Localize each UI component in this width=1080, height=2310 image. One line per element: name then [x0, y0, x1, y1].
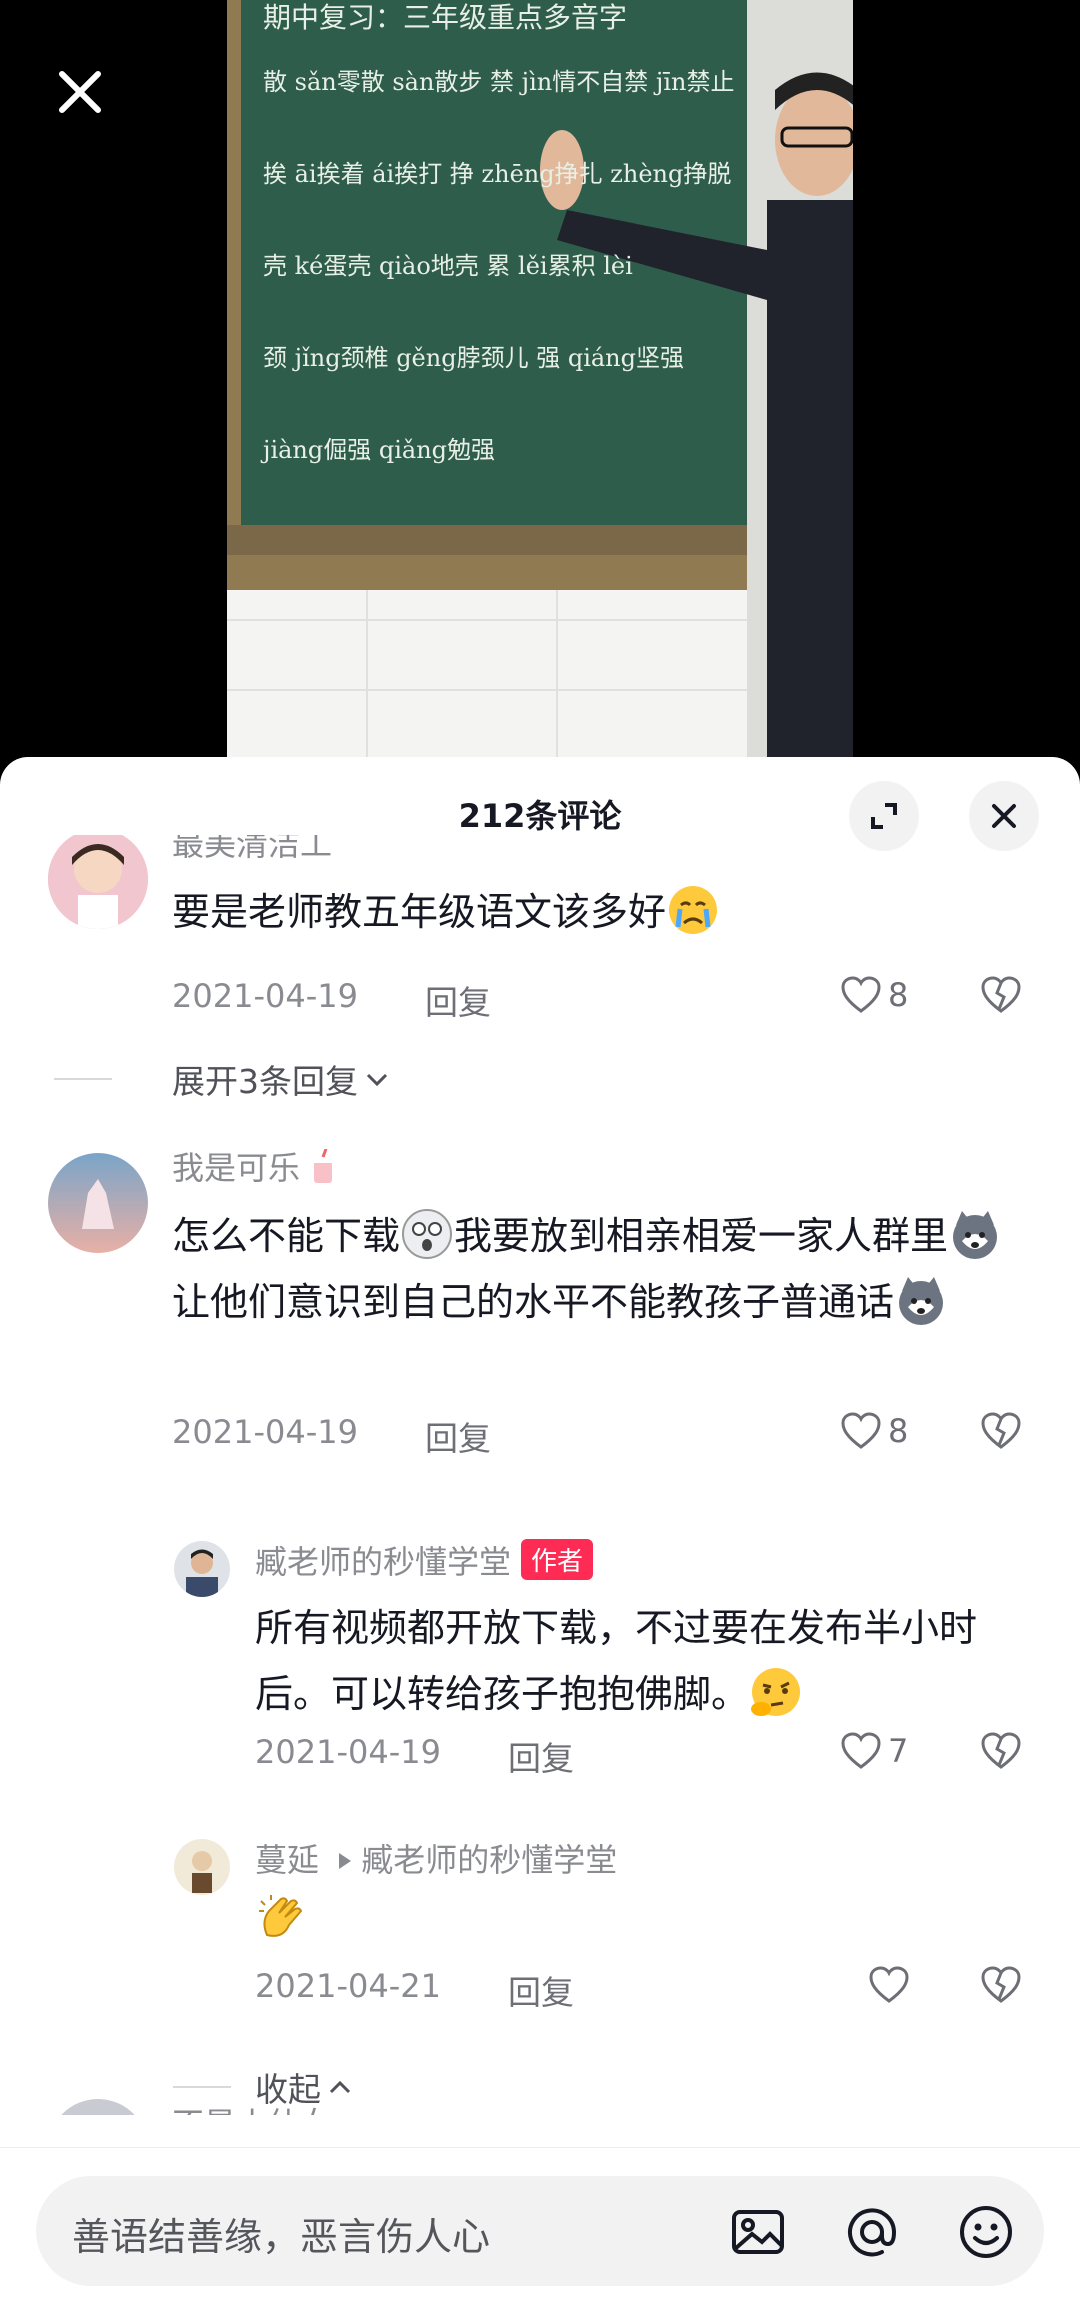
- cola-emoji-icon: [314, 1148, 333, 1183]
- avatar[interactable]: [48, 1153, 148, 1253]
- avatar[interactable]: [174, 1839, 230, 1895]
- comment-username[interactable]: 不是小仙女: [172, 2099, 332, 2115]
- play-arrow-icon: [339, 1853, 352, 1869]
- heart-icon: [869, 1966, 909, 2003]
- crying-emoji-icon: [669, 886, 718, 934]
- blackboard-text: 期中复习：三年级重点多音字 散 sǎn零散 sàn散步 禁 jìn情不自禁 jī…: [263, 0, 743, 496]
- username-text: 臧老师的秒懂学堂: [255, 1543, 512, 1581]
- board-line: 期中复习：三年级重点多音字: [263, 1, 628, 34]
- comment-date: 2021-04-19: [172, 977, 358, 1015]
- reply-to-username: 臧老师的秒懂学堂: [361, 1841, 618, 1879]
- heart-icon: [841, 976, 881, 1013]
- comment-username[interactable]: 我是可乐: [172, 1143, 336, 1189]
- comment-date: 2021-04-21: [255, 1967, 441, 2005]
- dislike-button[interactable]: [980, 975, 1022, 1019]
- avatar[interactable]: [48, 2099, 148, 2115]
- dislike-button[interactable]: [980, 1731, 1022, 1775]
- reply-button[interactable]: 回复: [508, 1966, 574, 2014]
- comment-username[interactable]: 最美清洁工: [172, 835, 332, 865]
- board-line: 挨 āi挨着 ái挨打 挣 zhēng挣扎 zhèng挣脱: [263, 160, 732, 188]
- like-count: 8: [888, 1412, 909, 1450]
- broken-heart-icon: [981, 1732, 1021, 1769]
- reply-button[interactable]: 回复: [508, 1732, 574, 1780]
- comment-text: [255, 1887, 309, 1953]
- like-button[interactable]: 8: [840, 1411, 908, 1451]
- husky-emoji-icon: [953, 1211, 998, 1259]
- author-badge: 作者: [521, 1539, 594, 1580]
- comment-text: 怎么不能下载 我要放到相亲相爱一家人群里让他们意识到自己的水平不能教孩子普通话: [172, 1203, 1032, 1335]
- shocked-emoji-icon: [402, 1209, 453, 1259]
- comment-input-bar: 善语结善缘，恶言伤人心: [0, 2147, 1080, 2310]
- comment-text-content: 要是老师教五年级语文该多好: [172, 890, 667, 934]
- username-text: 蔓延: [255, 1841, 320, 1879]
- video-frame: 期中复习：三年级重点多音字 散 sǎn零散 sàn散步 禁 jìn情不自禁 jī…: [227, 0, 853, 760]
- thinking-emoji-icon: [751, 1668, 801, 1716]
- broken-heart-icon: [981, 1966, 1021, 2003]
- comment-input[interactable]: 善语结善缘，恶言伤人心: [36, 2176, 1044, 2286]
- husky-emoji-icon: [899, 1277, 944, 1325]
- board-line: 壳 ké蛋壳 qiào地壳 累 lěi累积 lèi: [263, 252, 633, 280]
- comment-username[interactable]: 臧老师的秒懂学堂 作者: [255, 1537, 594, 1583]
- comment-sheet: 212条评论 最美清洁工 要是老师教五年级语文该多好 2021-04-19 回复…: [0, 757, 1080, 2310]
- chevron-up-icon: [329, 2080, 351, 2094]
- dislike-button[interactable]: [980, 1965, 1022, 2009]
- video-player[interactable]: 期中复习：三年级重点多音字 散 sǎn零散 sàn散步 禁 jìn情不自禁 jī…: [0, 0, 1080, 760]
- expand-replies-button[interactable]: 展开3条回复: [54, 1055, 392, 1103]
- close-icon: [992, 804, 1016, 828]
- broken-heart-icon: [981, 976, 1021, 1013]
- comment-text: 要是老师教五年级语文该多好: [172, 879, 1032, 945]
- like-count: 7: [888, 1732, 909, 1770]
- expand-icon: [871, 803, 897, 829]
- comment-input-placeholder: 善语结善缘，恶言伤人心: [72, 2215, 491, 2259]
- comment-text: 所有视频都开放下载，不过要在发布半小时后。可以转给孩子抱抱佛脚。: [255, 1595, 1045, 1727]
- heart-icon: [841, 1732, 881, 1769]
- clapping-hands-emoji-icon: [259, 1895, 303, 1937]
- chevron-down-icon: [366, 1073, 388, 1087]
- heart-icon: [841, 1412, 881, 1449]
- broken-heart-icon: [981, 1412, 1021, 1449]
- comment-text-content: 我要放到相亲相爱一家人群里: [454, 1214, 949, 1258]
- comment-text-content: 怎么不能下载: [172, 1214, 401, 1258]
- close-icon[interactable]: [48, 60, 112, 124]
- avatar[interactable]: [48, 835, 148, 929]
- comment-list[interactable]: 最美清洁工 要是老师教五年级语文该多好 2021-04-19 回复 8 展开3条…: [0, 835, 1080, 2115]
- at-icon[interactable]: [842, 2202, 902, 2262]
- board-line: 散 sǎn零散 sàn散步 禁 jìn情不自禁 jīn禁止: [263, 68, 735, 96]
- like-button[interactable]: 7: [840, 1731, 908, 1771]
- like-button[interactable]: 8: [840, 975, 908, 1015]
- username-text: 我是可乐: [172, 1149, 301, 1187]
- board-line: 颈 jǐng颈椎 gěng脖颈儿 强 qiáng坚强 jiàng倔强 qiǎng…: [263, 344, 685, 464]
- like-count: 8: [888, 976, 909, 1014]
- divider-line: [54, 1078, 112, 1080]
- divider-line: [173, 2086, 231, 2088]
- reply-usernames[interactable]: 蔓延 臧老师的秒懂学堂: [255, 1835, 617, 1881]
- dislike-button[interactable]: [980, 1411, 1022, 1455]
- reply-button[interactable]: 回复: [425, 1412, 491, 1460]
- emoji-icon[interactable]: [956, 2202, 1016, 2262]
- comment-text-content: 所有视频都开放下载，不过要在发布半小时后。可以转给孩子抱抱佛脚。: [255, 1606, 978, 1716]
- image-icon[interactable]: [728, 2202, 788, 2262]
- like-button[interactable]: [868, 1965, 910, 2005]
- comment-date: 2021-04-19: [172, 1413, 358, 1451]
- comment-text-content: 让他们意识到自己的水平不能教孩子普通话: [172, 1280, 895, 1324]
- expand-replies-label: 展开3条回复: [172, 1062, 358, 1101]
- comment-date: 2021-04-19: [255, 1733, 441, 1771]
- reply-button[interactable]: 回复: [425, 976, 491, 1024]
- avatar[interactable]: [174, 1541, 230, 1597]
